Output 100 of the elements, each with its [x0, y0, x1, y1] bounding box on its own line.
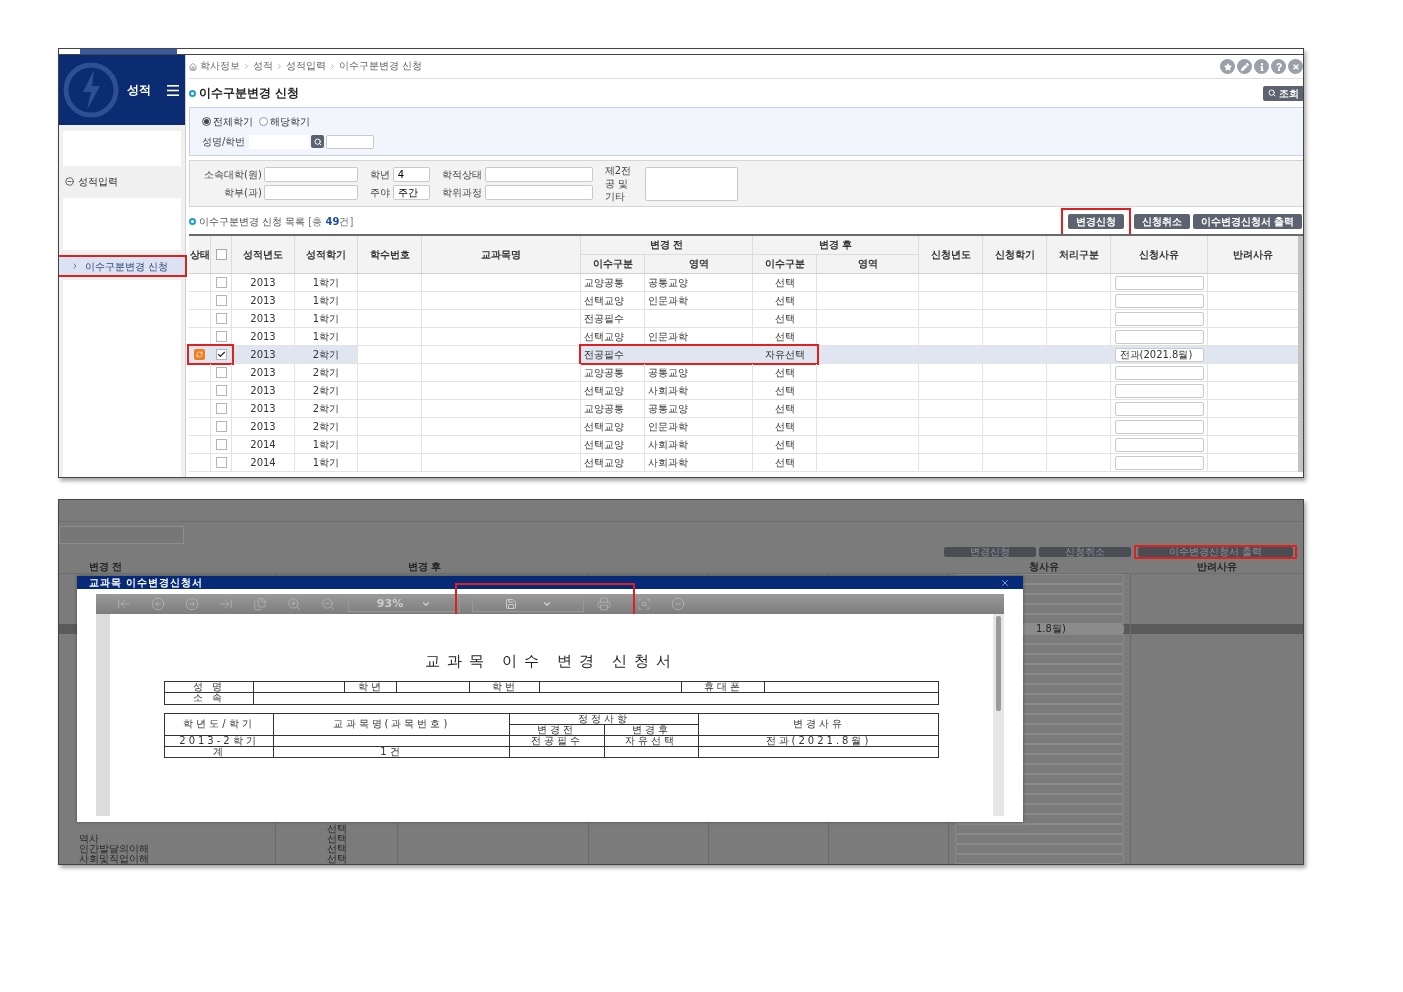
- radio-button[interactable]: [202, 117, 211, 126]
- name-field[interactable]: [249, 134, 310, 149]
- reason-field[interactable]: [955, 824, 1124, 834]
- reason-field[interactable]: [1114, 329, 1204, 344]
- table-row[interactable]: 역사 선택: [59, 834, 1303, 844]
- breadcrumb-item[interactable]: 성적입력: [286, 59, 326, 74]
- status-field[interactable]: [484, 167, 593, 182]
- student-number-field[interactable]: [326, 134, 375, 149]
- shift-field[interactable]: 주간: [392, 185, 430, 200]
- table-row[interactable]: 2013 2학기 전공필수 자유선택 전과(2021.8월): [189, 346, 1298, 364]
- separator-icon: [329, 63, 336, 70]
- table-row[interactable]: 2013 2학기 선택교양 사회과학 선택: [189, 382, 1298, 400]
- table-cell-text: 2학기: [312, 348, 340, 362]
- action-button[interactable]: 변경신청: [1067, 213, 1124, 229]
- table-row[interactable]: 2014 1학기 선택교양 사회과학 선택: [189, 454, 1298, 472]
- reason-field[interactable]: 전과(2021.8월): [1114, 347, 1204, 362]
- table-row[interactable]: 2013 2학기 교양공통 공통교양 선택: [189, 400, 1298, 418]
- select-all-checkbox[interactable]: [215, 249, 227, 260]
- college-field[interactable]: [263, 167, 358, 182]
- table-row[interactable]: 2014 1학기 선택교양 사회과학 선택: [189, 436, 1298, 454]
- field-label: 주야: [369, 186, 390, 200]
- table-row[interactable]: 2013 1학기 선택교양 인문과학 선택: [189, 292, 1298, 310]
- table-cell-text: 선택교양: [584, 294, 624, 308]
- table-cell-text: 선택: [774, 294, 795, 308]
- row-checkbox[interactable]: [215, 439, 227, 450]
- table-cell-text: 교양공통: [584, 366, 624, 380]
- row-checkbox[interactable]: [215, 367, 227, 378]
- edit-icon[interactable]: [1237, 59, 1252, 74]
- reason-field[interactable]: [1114, 311, 1204, 326]
- action-button[interactable]: 이수변경신청서 출력: [1192, 213, 1302, 229]
- row-checkbox[interactable]: [215, 277, 227, 288]
- table-cell-text: 2013: [250, 366, 276, 380]
- info-icon[interactable]: [1254, 59, 1269, 74]
- scrollbar[interactable]: [1298, 236, 1303, 472]
- table-row[interactable]: 인간발달의이해 선택: [59, 844, 1303, 854]
- table-cell-text: 선택교양: [584, 330, 624, 344]
- breadcrumb-item[interactable]: 학사정보: [200, 59, 240, 74]
- search-button[interactable]: [311, 135, 325, 148]
- sidebar-group[interactable]: 성적입력: [59, 170, 185, 192]
- row-checkbox[interactable]: [215, 313, 227, 324]
- close-icon[interactable]: [1288, 59, 1303, 74]
- department-field[interactable]: [263, 185, 358, 200]
- table-cell-text: 2013: [250, 420, 276, 434]
- column-header: 교과목명: [481, 248, 521, 262]
- column-header: 반려사유: [1233, 248, 1273, 262]
- close-icon[interactable]: [999, 577, 1011, 588]
- table-cell-text: 1학기: [312, 276, 340, 290]
- reason-field[interactable]: [1114, 437, 1204, 452]
- menu-icon[interactable]: [167, 84, 179, 96]
- reason-field[interactable]: [1114, 419, 1204, 434]
- breadcrumb-item[interactable]: 성적: [253, 59, 273, 74]
- degree-field[interactable]: [484, 185, 593, 200]
- row-checkbox[interactable]: [215, 403, 227, 414]
- help-icon[interactable]: [1271, 59, 1286, 74]
- query-button[interactable]: 조회: [1263, 85, 1303, 101]
- table-cell-text: 교양공통: [584, 276, 624, 290]
- reason-field[interactable]: [1114, 383, 1204, 398]
- save-dropdown[interactable]: [472, 596, 584, 612]
- field-label: 제2전공 및 기타: [604, 164, 633, 203]
- row-checkbox[interactable]: [215, 331, 227, 342]
- table-row[interactable]: 2013 2학기 선택교양 인문과학 선택: [189, 418, 1298, 436]
- table-cell-text: 선택교양: [584, 420, 624, 434]
- reason-field[interactable]: [955, 854, 1124, 864]
- save-icon: [504, 598, 518, 610]
- column-group-header: 변경 전: [649, 238, 684, 253]
- row-checkbox[interactable]: [215, 457, 227, 468]
- table-row[interactable]: 선택: [59, 824, 1303, 834]
- row-checkbox[interactable]: [215, 349, 227, 360]
- field-label: 학부(과): [224, 186, 262, 200]
- action-button[interactable]: 신청취소: [1133, 213, 1190, 229]
- table-cell-text: 1학기: [312, 312, 340, 326]
- table-cell-text: 공통교양: [648, 402, 688, 416]
- table-row[interactable]: 2013 2학기 교양공통 공통교양 선택: [189, 364, 1298, 382]
- table-cell-text: 선택: [774, 276, 795, 290]
- column-group-header: 변경 후: [818, 238, 853, 253]
- table-row[interactable]: 2013 1학기 교양공통 공통교양 선택: [189, 274, 1298, 292]
- table-row[interactable]: 2013 1학기 전공필수 선택: [189, 310, 1298, 328]
- field-label: 학년: [369, 168, 390, 182]
- reason-field[interactable]: [1114, 365, 1204, 380]
- favorite-icon[interactable]: [1220, 59, 1235, 74]
- form-label: 정정사항: [578, 712, 630, 724]
- table-cell-text: 1학기: [312, 456, 340, 470]
- sidebar-item[interactable]: 이수구분변경 신청: [59, 257, 185, 275]
- grade-field[interactable]: 4: [392, 167, 430, 182]
- radio-button[interactable]: [259, 117, 268, 126]
- row-checkbox[interactable]: [215, 385, 227, 396]
- home-icon[interactable]: [189, 62, 197, 71]
- table-row[interactable]: 사회및직업이해 선택: [59, 854, 1303, 864]
- reason-field[interactable]: [1114, 275, 1204, 290]
- scrollbar[interactable]: [993, 614, 1004, 816]
- field-label: 학위과정: [441, 186, 482, 200]
- breadcrumb-item[interactable]: 이수구분변경 신청: [339, 59, 423, 74]
- reason-field[interactable]: [1114, 401, 1204, 416]
- second-major-field[interactable]: [644, 166, 738, 201]
- caret-icon: [542, 599, 552, 609]
- row-checkbox[interactable]: [215, 295, 227, 306]
- row-checkbox[interactable]: [215, 421, 227, 432]
- reason-field[interactable]: [1114, 455, 1204, 470]
- reason-field[interactable]: [1114, 293, 1204, 308]
- radio-label: 전체학기: [213, 115, 253, 129]
